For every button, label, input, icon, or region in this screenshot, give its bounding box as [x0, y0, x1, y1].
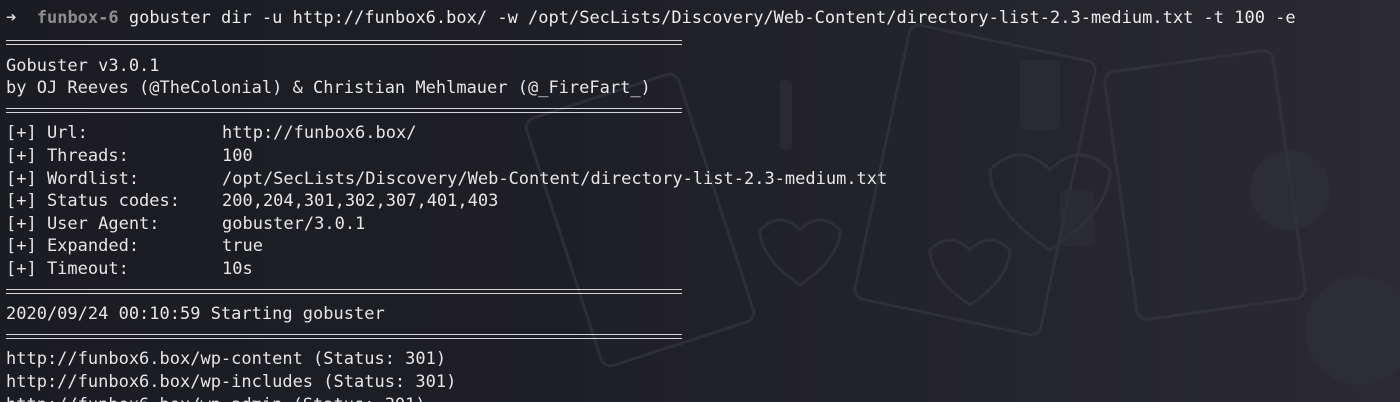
- command-text: gobuster dir -u http://funbox6.box/ -w /…: [128, 8, 1296, 28]
- setting-row: [+] Timeout: 10s: [6, 258, 1400, 281]
- setting-row: [+] Wordlist: /opt/SecLists/Discovery/Web…: [6, 168, 1400, 191]
- setting-row: [+] Expanded: true: [6, 235, 1400, 258]
- separator: [6, 100, 1400, 123]
- setting-value: http://funbox6.box/: [222, 123, 417, 144]
- setting-key: [+] User Agent:: [6, 213, 160, 234]
- banner-authors: by OJ Reeves (@TheColonial) & Christian …: [6, 78, 651, 99]
- setting-row: [+] Status codes: 200,204,301,302,307,401…: [6, 190, 1400, 213]
- result-line: http://funbox6.box/wp-admin (Status: 301…: [6, 394, 1400, 402]
- setting-value: 10s: [222, 258, 253, 279]
- setting-row: [+] User Agent: gobuster/3.0.1: [6, 213, 1400, 236]
- separator: [6, 326, 1400, 349]
- setting-key: [+] Url:: [6, 123, 88, 144]
- banner-version: Gobuster v3.0.1: [6, 55, 160, 76]
- prompt-arrow-icon: ➜: [6, 8, 17, 28]
- setting-value: /opt/SecLists/Discovery/Web-Content/dire…: [222, 168, 888, 189]
- setting-key: [+] Wordlist:: [6, 168, 140, 189]
- start-timestamp-line: 2020/09/24 00:10:59 Starting gobuster: [6, 304, 385, 325]
- prompt-directory: funbox-6: [36, 8, 119, 28]
- separator: [6, 32, 1400, 55]
- terminal-output: ➜ funbox-6 gobuster dir -u http://funbox…: [0, 0, 1400, 402]
- setting-key: [+] Threads:: [6, 145, 129, 166]
- result-line: http://funbox6.box/wp-includes (Status: …: [6, 371, 457, 392]
- setting-value: 200,204,301,302,307,401,403: [222, 191, 499, 212]
- setting-value: true: [222, 236, 263, 257]
- setting-row: [+] Url: http://funbox6.box/: [6, 122, 1400, 145]
- setting-key: [+] Expanded:: [6, 236, 140, 257]
- terminal-window[interactable]: ➜ funbox-6 gobuster dir -u http://funbox…: [0, 0, 1400, 402]
- setting-row: [+] Threads: 100: [6, 145, 1400, 168]
- setting-key: [+] Timeout:: [6, 258, 129, 279]
- setting-key: [+] Status codes:: [6, 191, 180, 212]
- command-prompt: ➜ funbox-6 gobuster dir -u http://funbox…: [6, 4, 1400, 32]
- setting-value: gobuster/3.0.1: [222, 213, 366, 234]
- result-line: http://funbox6.box/wp-content (Status: 3…: [6, 349, 447, 370]
- setting-value: 100: [222, 145, 253, 166]
- separator: [6, 281, 1400, 304]
